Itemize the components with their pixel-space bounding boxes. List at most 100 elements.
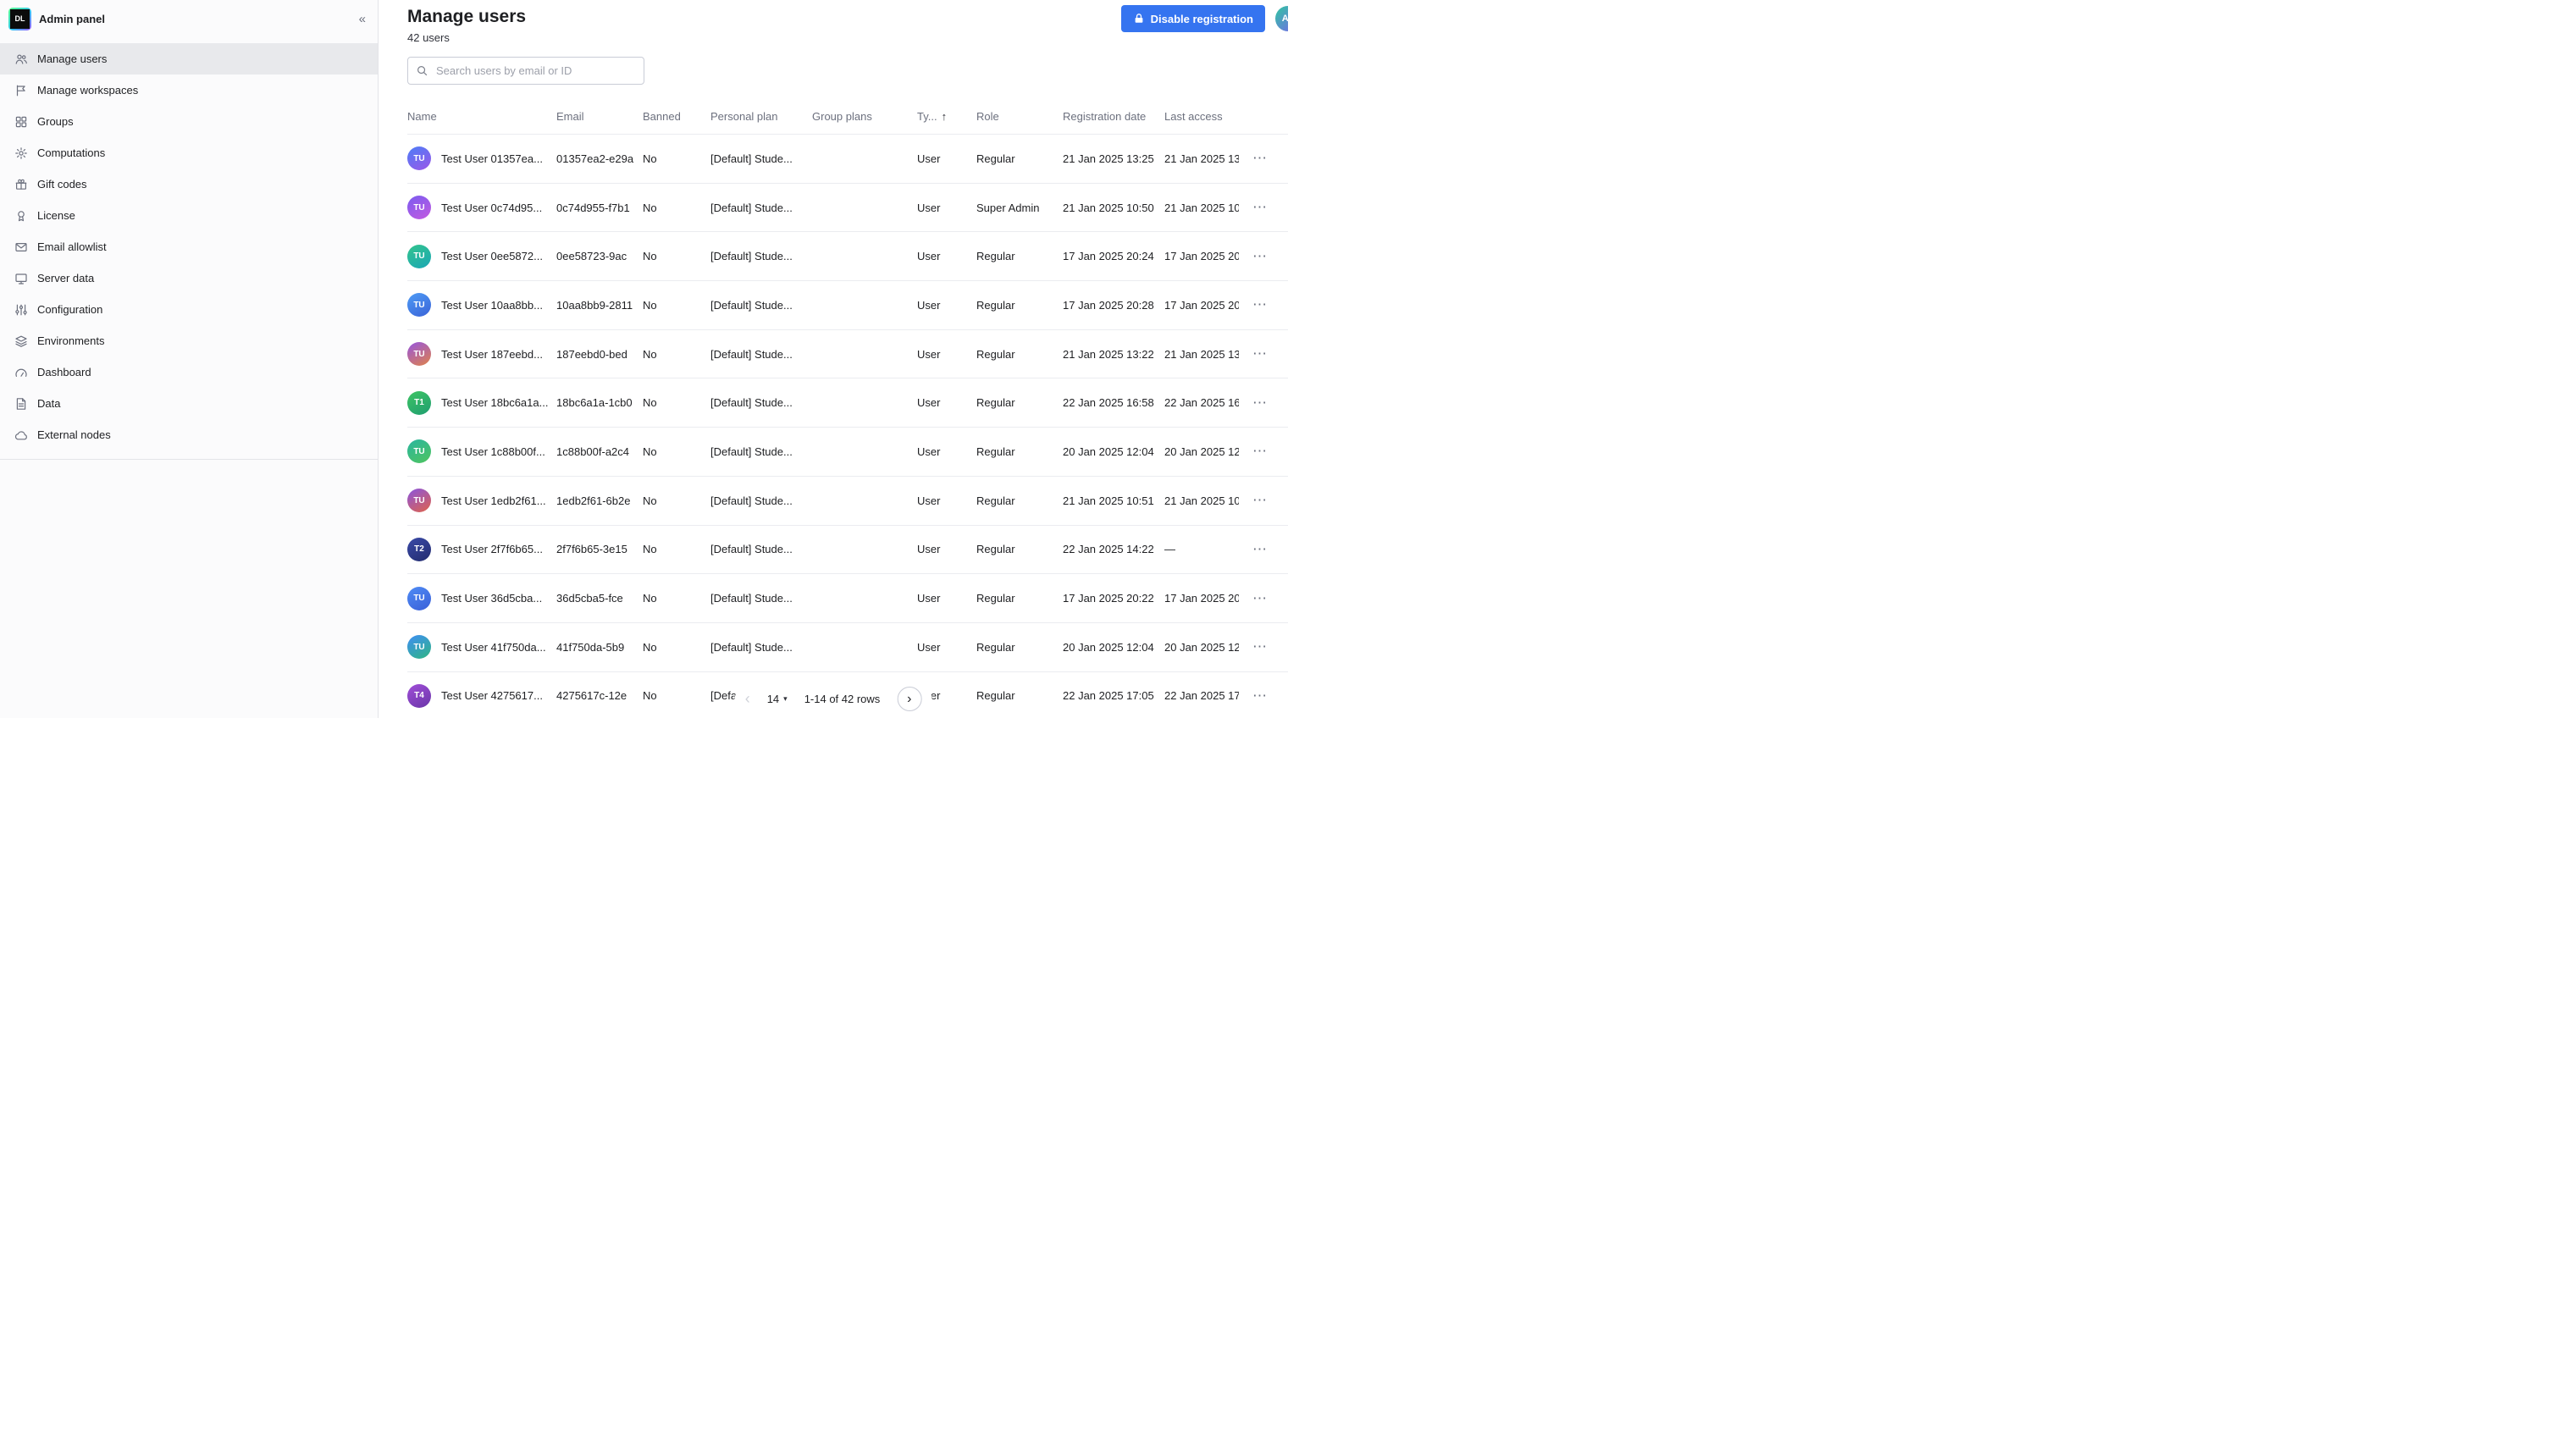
table-row[interactable]: TUTest User 0ee5872...0ee58723-9acNo[Def… (407, 231, 1288, 280)
column-header-email[interactable]: Email (556, 110, 643, 123)
sidebar-item-label: Email allowlist (37, 240, 107, 253)
table-row[interactable]: TUTest User 187eebd...187eebd0-bedNo[Def… (407, 329, 1288, 378)
column-header-name[interactable]: Name (407, 110, 556, 123)
sidebar-item-configuration[interactable]: Configuration (0, 294, 378, 325)
user-avatar: TU (407, 489, 431, 512)
table-row[interactable]: TUTest User 10aa8bb...10aa8bb9-2811No[De… (407, 280, 1288, 329)
row-actions-button[interactable]: ⋯ (1252, 199, 1268, 216)
user-type: User (917, 445, 976, 458)
row-actions-button[interactable]: ⋯ (1252, 492, 1268, 509)
user-banned: No (643, 592, 710, 605)
sidebar-item-computations[interactable]: Computations (0, 137, 378, 168)
user-avatar: TU (407, 293, 431, 317)
user-registration-date: 22 Jan 2025 17:05 (1063, 689, 1164, 702)
sidebar-item-manage-users[interactable]: Manage users (0, 43, 378, 75)
gift-icon (14, 178, 28, 191)
user-email: 01357ea2-e29a (556, 152, 643, 165)
user-role: Regular (976, 494, 1063, 507)
disable-registration-button[interactable]: Disable registration (1121, 5, 1265, 32)
column-label: Email (556, 110, 584, 123)
user-role: Regular (976, 152, 1063, 165)
user-name: Test User 187eebd... (441, 348, 543, 361)
previous-page-button[interactable]: ‹ (745, 690, 750, 708)
user-registration-date: 17 Jan 2025 20:24 (1063, 250, 1164, 262)
user-personal-plan: [Default] Stude... (710, 641, 812, 654)
table-row[interactable]: TUTest User 36d5cba...36d5cba5-fceNo[Def… (407, 573, 1288, 622)
users-count: 42 users (407, 31, 526, 44)
user-registration-date: 22 Jan 2025 14:22 (1063, 543, 1164, 555)
user-name-cell: TU Test User 10aa8bb... (407, 293, 556, 317)
main-header: Manage users 42 users Disable registrati… (407, 0, 1288, 44)
row-actions-button[interactable]: ⋯ (1252, 345, 1268, 362)
column-header-banned[interactable]: Banned (643, 110, 710, 123)
column-label: Ty... (917, 110, 937, 123)
row-actions-button[interactable]: ⋯ (1252, 150, 1268, 167)
user-last-access: 21 Jan 2025 13 (1164, 348, 1239, 361)
user-role: Super Admin (976, 202, 1063, 214)
row-actions-button[interactable]: ⋯ (1252, 296, 1268, 313)
column-header-role[interactable]: Role (976, 110, 1063, 123)
table-row[interactable]: TUTest User 01357ea...01357ea2-e29aNo[De… (407, 134, 1288, 183)
user-email: 1c88b00f-a2c4 (556, 445, 643, 458)
user-type: User (917, 543, 976, 555)
row-actions-button[interactable]: ⋯ (1252, 541, 1268, 558)
row-actions-button[interactable]: ⋯ (1252, 395, 1268, 411)
current-user-avatar[interactable]: AV (1275, 6, 1288, 31)
user-personal-plan: [Default] Stude... (710, 299, 812, 312)
column-header-registration-date[interactable]: Registration date (1063, 110, 1164, 123)
column-header-group-plans[interactable]: Group plans (812, 110, 917, 123)
search-box (407, 57, 644, 85)
table-row[interactable]: T1Test User 18bc6a1a...18bc6a1a-1cb0No[D… (407, 378, 1288, 427)
user-name: Test User 18bc6a1a... (441, 396, 548, 409)
column-header-ty[interactable]: Ty... ↑ (917, 110, 976, 123)
user-avatar: TU (407, 245, 431, 268)
user-type: User (917, 592, 976, 605)
row-actions-button[interactable]: ⋯ (1252, 248, 1268, 265)
sidebar-item-environments[interactable]: Environments (0, 325, 378, 356)
sidebar-item-server-data[interactable]: Server data (0, 262, 378, 294)
user-actions-cell: ⋯ (1239, 492, 1271, 509)
row-actions-button[interactable]: ⋯ (1252, 688, 1268, 704)
sidebar-item-dashboard[interactable]: Dashboard (0, 356, 378, 388)
row-actions-button[interactable]: ⋯ (1252, 590, 1268, 607)
table-row[interactable]: TUTest User 0c74d95...0c74d955-f7b1No[De… (407, 183, 1288, 232)
user-email: 41f750da-5b9 (556, 641, 643, 654)
sidebar-item-gift-codes[interactable]: Gift codes (0, 168, 378, 200)
user-avatar: TU (407, 146, 431, 170)
column-header-personal-plan[interactable]: Personal plan (710, 110, 812, 123)
user-email: 10aa8bb9-2811 (556, 299, 643, 312)
sidebar-item-label: Data (37, 397, 60, 410)
column-header-last-access[interactable]: Last access (1164, 110, 1239, 123)
row-actions-button[interactable]: ⋯ (1252, 638, 1268, 655)
sidebar-item-license[interactable]: License (0, 200, 378, 231)
sidebar-item-label: Configuration (37, 303, 102, 316)
sort-ascending-icon: ↑ (942, 110, 948, 123)
user-banned: No (643, 250, 710, 262)
search-input[interactable] (434, 64, 636, 78)
table-row[interactable]: TUTest User 1c88b00f...1c88b00f-a2c4No[D… (407, 427, 1288, 476)
sidebar-item-data[interactable]: Data (0, 388, 378, 419)
user-last-access: 17 Jan 2025 20 (1164, 250, 1239, 262)
sidebar-item-manage-workspaces[interactable]: Manage workspaces (0, 75, 378, 106)
page-size-select[interactable]: 14 ▾ (767, 693, 788, 705)
next-page-button[interactable]: › (897, 687, 921, 711)
user-name: Test User 4275617... (441, 689, 543, 702)
user-name-cell: TUTest User 1c88b00f... (407, 439, 556, 463)
user-name: Test User 10aa8bb... (441, 299, 543, 312)
sidebar-collapse-button[interactable]: « (359, 12, 366, 26)
user-banned: No (643, 543, 710, 555)
row-actions-button[interactable]: ⋯ (1252, 443, 1268, 460)
app-root: DL Admin panel « Manage usersManage work… (0, 0, 1288, 718)
user-banned: No (643, 641, 710, 654)
sidebar-item-external-nodes[interactable]: External nodes (0, 419, 378, 450)
user-role: Regular (976, 543, 1063, 555)
table-row[interactable]: TUTest User 1edb2f61...1edb2f61-6b2eNo[D… (407, 476, 1288, 525)
sidebar-item-email-allowlist[interactable]: Email allowlist (0, 231, 378, 262)
user-avatar: TU (407, 635, 431, 659)
table-row[interactable]: T2Test User 2f7f6b65...2f7f6b65-3e15No[D… (407, 525, 1288, 574)
user-registration-date: 17 Jan 2025 20:22 (1063, 592, 1164, 605)
table-row[interactable]: TUTest User 41f750da...41f750da-5b9No[De… (407, 622, 1288, 671)
user-banned: No (643, 396, 710, 409)
user-last-access: 21 Jan 2025 10 (1164, 202, 1239, 214)
sidebar-item-groups[interactable]: Groups (0, 106, 378, 137)
